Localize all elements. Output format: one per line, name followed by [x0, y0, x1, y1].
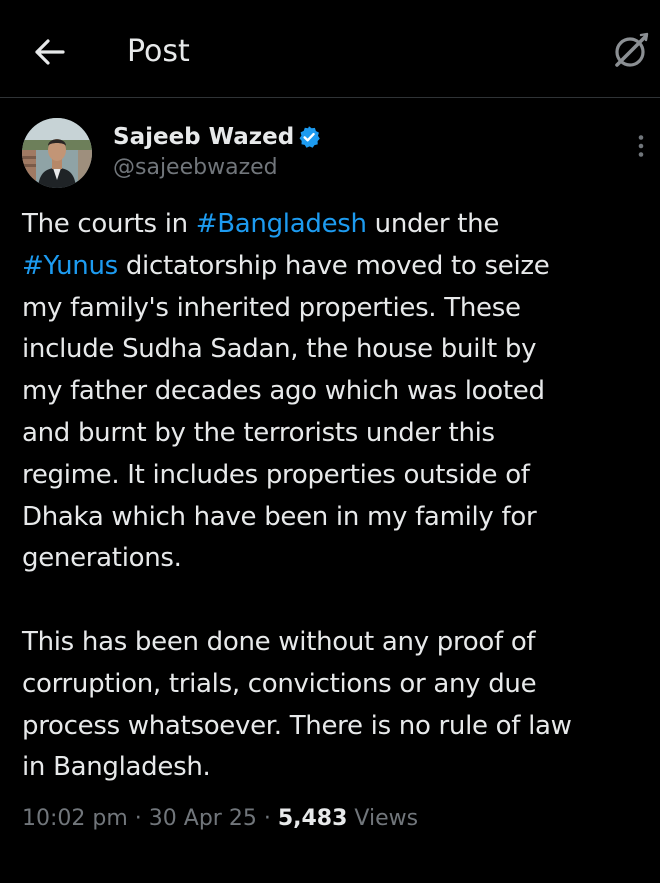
tweet-line: regime. It includes properties outside o…	[22, 455, 652, 497]
tweet-line: #Yunus dictatorship have moved to seize	[22, 246, 652, 288]
tweet-text-segment: under the	[366, 209, 500, 239]
grok-button[interactable]	[608, 28, 654, 74]
tweet-text-segment: Dhaka which have been in my family for	[22, 501, 537, 532]
profile-photo-icon	[22, 118, 92, 188]
tweet-line: my father decades ago which was looted	[22, 371, 652, 413]
tweet-text-segment: regime. It includes properties outside o…	[22, 459, 530, 490]
tweet-text: The courts in #Bangladesh under the #Yunu…	[22, 204, 652, 789]
grok-icon	[615, 32, 649, 67]
more-options-button[interactable]	[626, 131, 656, 161]
more-vertical-icon	[638, 135, 644, 157]
tweet-text-segment: include Sudha Sadan, the house built by	[22, 334, 537, 365]
views-label[interactable]: Views	[347, 806, 418, 831]
tweet-date[interactable]: 30 Apr 25	[149, 806, 257, 831]
verified-badge-icon	[299, 126, 320, 148]
tweet-line: my family's inherited properties. These	[22, 288, 652, 330]
page-title: Post	[127, 34, 190, 69]
tweet-line: This has been done without any proof of	[22, 622, 652, 664]
back-button[interactable]	[28, 30, 72, 74]
tweet-text-segment: generations.	[22, 543, 182, 574]
tweet-text-segment: in Bangladesh.	[22, 752, 211, 783]
hashtag-link[interactable]: #Yunus	[22, 251, 118, 281]
paragraph-break	[22, 580, 652, 622]
avatar[interactable]	[22, 118, 92, 188]
hashtag-link[interactable]: #Bangladesh	[196, 209, 367, 239]
tweet-time[interactable]: 10:02 pm	[22, 806, 128, 831]
tweet-text-segment: my family's inherited properties. These	[22, 292, 521, 323]
views-count[interactable]: 5,483	[278, 806, 348, 831]
tweet-text-segment: The courts in	[22, 209, 196, 239]
tweet-text-segment: process whatsoever. There is no rule of …	[22, 710, 572, 741]
tweet-line: The courts in #Bangladesh under the	[22, 204, 652, 246]
tweet-line: and burnt by the terrorists under this	[22, 413, 652, 455]
top-bar: Post	[0, 0, 660, 98]
author-name[interactable]: Sajeeb Wazed	[113, 121, 294, 153]
tweet-text-segment: and burnt by the terrorists under this	[22, 417, 495, 448]
tweet-text-segment: This has been done without any proof of	[22, 626, 536, 657]
tweet-meta: 10:02 pm · 30 Apr 25 · 5,483 Views	[22, 801, 418, 837]
tweet-text-segment: dictatorship have moved to seize	[117, 250, 550, 281]
tweet-line: corruption, trials, convictions or any d…	[22, 664, 652, 706]
arrow-left-icon	[35, 39, 65, 65]
tweet-text-segment: my father decades ago which was looted	[22, 376, 545, 407]
meta-separator-2: ·	[256, 806, 278, 831]
author-handle[interactable]: @sajeebwazed	[113, 153, 278, 183]
tweet-line: include Sudha Sadan, the house built by	[22, 329, 652, 371]
tweet-text-segment: corruption, trials, convictions or any d…	[22, 668, 537, 699]
tweet-line: generations.	[22, 538, 652, 580]
tweet-line: process whatsoever. There is no rule of …	[22, 706, 652, 748]
meta-separator: ·	[127, 806, 149, 831]
tweet-line: in Bangladesh.	[22, 747, 652, 789]
tweet-line: Dhaka which have been in my family for	[22, 497, 652, 539]
